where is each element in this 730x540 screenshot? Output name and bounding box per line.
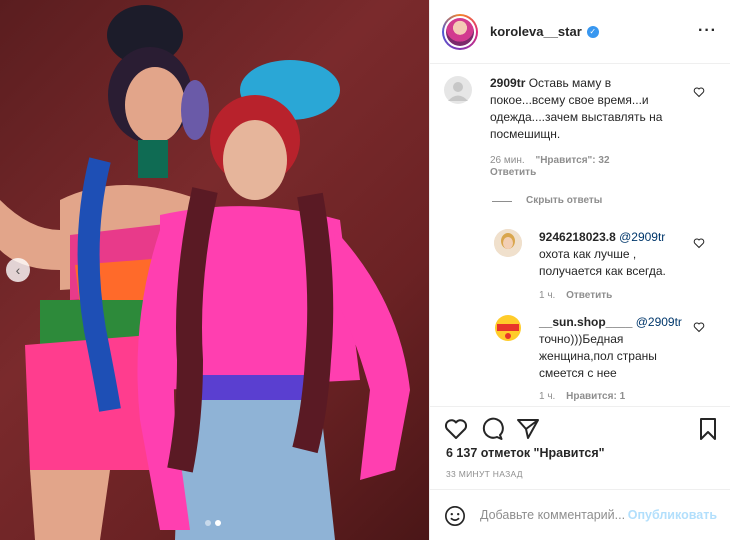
comment-text: покое...всему свое время...и [490,93,649,107]
default-avatar-icon [448,82,468,101]
bookmark-icon[interactable] [696,417,720,441]
user-photo-icon [494,229,522,257]
carousel-prev-button[interactable]: ‹ [6,258,30,282]
add-comment-bar: Опубликовать [430,489,730,540]
reply-mention[interactable]: @2909tr [619,230,665,244]
reply-meta: 1 ч. Ответить [539,290,612,301]
heart-icon[interactable] [693,237,705,249]
chevron-left-icon: ‹ [15,262,21,278]
reply-likes[interactable]: Нравится: 1 [566,391,625,402]
shop-logo-icon [495,315,521,341]
action-bar [430,406,730,446]
post-header: koroleva__star ✓ ··· [430,0,730,64]
comment-text: одежда....зачем выставлять на [490,110,663,124]
comments-list: 2909tr Оставь маму в покое...всему свое … [430,64,730,406]
reply-text: охота как лучше , [539,247,637,261]
carousel-dot [205,520,211,526]
emoji-icon[interactable] [444,505,466,527]
comment-bubble-icon[interactable] [480,417,504,441]
commenter-avatar[interactable] [444,76,472,104]
comment-likes[interactable]: "Нравится": 32 [535,155,609,166]
comment-text: Оставь маму в [528,76,612,90]
comment-username[interactable]: 2909tr [490,76,525,90]
reply-text: женщина,пол страны [539,349,657,363]
post-photo[interactable]: ‹ [0,0,429,540]
post-side-panel: koroleva__star ✓ ··· 2909tr Оставь маму … [429,0,730,540]
comment-input[interactable] [480,504,630,526]
more-options-icon[interactable]: ··· [698,22,717,40]
reply-text: точно)))Бедная [539,332,624,346]
comment-text: посмешищн. [490,127,561,141]
likes-summary[interactable]: 6 137 отметок "Нравится" [446,446,605,460]
divider [492,201,512,202]
verified-check-icon: ✓ [586,25,599,38]
reply-avatar[interactable] [494,229,522,257]
profile-avatar[interactable] [442,13,478,50]
heart-icon[interactable] [693,321,705,333]
reply-username[interactable]: __sun.shop____ [539,315,632,329]
reply-time[interactable]: 1 ч. [539,290,555,301]
reply-body: __sun.shop____ @2909tr точно)))Бедная же… [539,314,699,382]
reply-mention[interactable]: @2909tr [636,315,682,329]
reply-link[interactable]: Ответить [490,167,536,178]
carousel-dots [205,520,221,526]
reply-text: смеется с нее [539,366,617,380]
post-username[interactable]: koroleva__star [490,24,582,39]
heart-icon[interactable] [693,86,705,98]
post-time[interactable]: 33 МИНУТ НАЗАД [446,469,523,479]
photo-illustration [0,5,410,540]
reply-time[interactable]: 1 ч. [539,391,555,402]
carousel-dot-active [215,520,221,526]
comment-body: 2909tr Оставь маму в покое...всему свое … [490,75,690,143]
share-paper-plane-icon[interactable] [516,417,540,441]
reply-meta: 1 ч. Нравится: 1 [539,391,625,402]
hide-replies-link[interactable]: Скрыть ответы [526,195,602,206]
reply-body: 9246218023.8 @2909tr охота как лучше , п… [539,229,689,280]
like-heart-icon[interactable] [444,417,468,441]
reply-text: получается как всегда. [539,264,666,278]
reply-link[interactable]: Ответить [566,290,612,301]
comment-reply-row: Ответить [490,167,536,178]
instagram-post: ‹ koroleva__star ✓ ··· 2909tr Оставь мам… [0,0,730,540]
reply-avatar[interactable] [494,314,522,342]
comment-time[interactable]: 26 мин. [490,155,525,166]
publish-button[interactable]: Опубликовать [628,508,717,522]
comment-meta: 26 мин. "Нравится": 32 [490,155,610,166]
reply-username[interactable]: 9246218023.8 [539,230,616,244]
